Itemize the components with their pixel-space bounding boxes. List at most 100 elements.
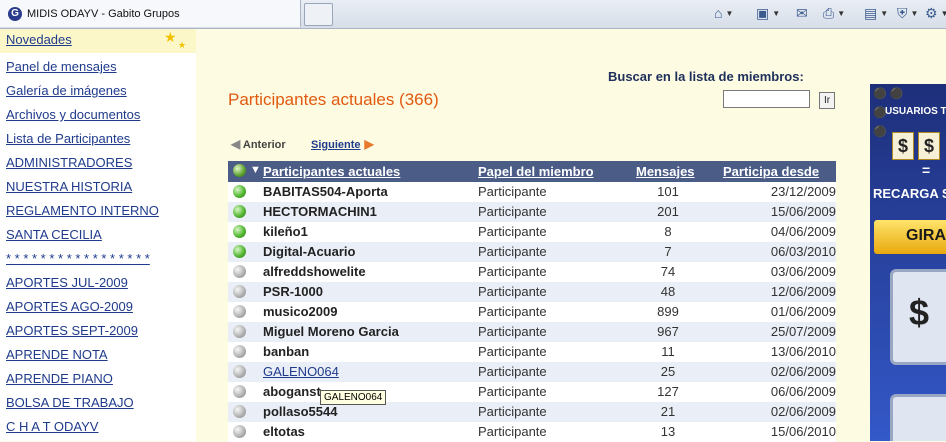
sidebar-item-aportes-ago[interactable]: APORTES AGO-2009	[6, 299, 133, 314]
header-mensajes[interactable]: Mensajes	[636, 164, 695, 179]
member-messages: 101	[657, 184, 679, 199]
chevron-down-icon[interactable]: ▼	[911, 9, 919, 18]
header-participa-desde[interactable]: Participa desde	[723, 164, 819, 179]
header-papel[interactable]: Papel del miembro	[478, 164, 594, 179]
table-row: eltotas Participante 13 15/06/2010	[228, 422, 836, 442]
sidebar-item-aportes-sept[interactable]: APORTES SEPT-2009	[6, 323, 138, 338]
browser-tab[interactable]: G MIDIS ODAYV - Gabito Grupos	[0, 0, 301, 27]
print-icon[interactable]: ⎙ ▼	[823, 3, 845, 23]
member-name-link[interactable]: alfreddshowelite	[263, 264, 366, 279]
member-since: 12/06/2009	[770, 284, 836, 299]
sidebar-item-aprende-piano[interactable]: APRENDE PIANO	[6, 371, 113, 386]
sidebar-item-historia[interactable]: NUESTRA HISTORIA	[6, 179, 132, 194]
table-row: BABITAS504-Aporta Participante 101 23/12/20…	[228, 182, 836, 202]
member-role: Participante	[478, 224, 547, 239]
sidebar-item-archivos[interactable]: Archivos y documentos	[6, 107, 140, 122]
search-label: Buscar en la lista de miembros:	[608, 69, 804, 84]
pager-next[interactable]: Siguiente ▶	[311, 137, 374, 151]
member-since: 15/06/2010	[770, 424, 836, 439]
member-since: 23/12/2009	[770, 184, 836, 199]
member-role: Participante	[478, 244, 547, 259]
table-row: HECTORMACHIN1 Participante 201 15/06/2009	[228, 202, 836, 222]
ad-text-recarga: RECARGA S	[873, 186, 946, 201]
member-name-link[interactable]: Digital-Acuario	[263, 244, 355, 259]
new-tab-button[interactable]	[304, 3, 333, 26]
sidebar-nav: ★ ★ Novedades Panel de mensajes Galería d…	[0, 29, 196, 441]
chevron-down-icon[interactable]: ▼	[772, 9, 780, 18]
member-messages: 25	[660, 364, 676, 379]
chevron-down-icon[interactable]: ▼	[941, 9, 946, 18]
safety-icon[interactable]: ⛨ ▼	[897, 3, 918, 23]
sidebar-item-bolsa-trabajo[interactable]: BOLSA DE TRABAJO	[6, 395, 134, 410]
sidebar-item-chat[interactable]: C H A T ODAYV	[6, 419, 98, 434]
member-name-link[interactable]: GALENO064	[263, 364, 339, 379]
chevron-down-icon[interactable]: ▼	[725, 9, 733, 18]
offline-status-icon	[233, 425, 246, 438]
offline-status-icon	[233, 305, 246, 318]
browser-tab-bar: G MIDIS ODAYV - Gabito Grupos ⌂ ▼ ▣ ▼ ✉ ⎙ ▼…	[0, 0, 946, 29]
member-messages: 8	[664, 224, 672, 239]
rss-icon[interactable]: ▣ ▼	[756, 3, 780, 23]
member-since: 01/06/2009	[770, 304, 836, 319]
search-go-button[interactable]: Ir	[819, 92, 835, 109]
arrow-right-icon[interactable]: ▶	[365, 137, 374, 151]
offline-status-icon	[233, 325, 246, 338]
member-name-link[interactable]: aboganst	[263, 384, 321, 399]
sidebar-item-reglamento[interactable]: REGLAMENTO INTERNO	[6, 203, 159, 218]
mail-icon[interactable]: ✉	[796, 3, 808, 23]
sidebar-item-novedades[interactable]: Novedades	[6, 32, 72, 47]
member-messages: 11	[661, 344, 675, 359]
offline-status-icon	[233, 345, 246, 358]
sidebar-item-aportes-jul[interactable]: APORTES JUL-2009	[6, 275, 128, 290]
dollar-icon: $	[909, 292, 930, 333]
page-icon[interactable]: ▤ ▼	[864, 3, 888, 23]
table-row: kileño1 Participante 8 04/06/2009	[228, 222, 836, 242]
sidebar-item-participantes[interactable]: Lista de Participantes	[6, 131, 130, 146]
member-name-link[interactable]: Miguel Moreno Garcia	[263, 324, 399, 339]
member-name-link[interactable]: HECTORMACHIN1	[263, 204, 377, 219]
chevron-down-icon[interactable]: ▼	[837, 9, 845, 18]
member-name-link[interactable]: kileño1	[263, 224, 308, 239]
member-name-link[interactable]: PSR-1000	[263, 284, 323, 299]
ad-banner[interactable]: ⚫ ⚫ ⚫ ⚫ USUARIOS T $ $ = RECARGA S GIRA $	[870, 84, 946, 441]
member-name-link[interactable]: BABITAS504-Aporta	[263, 184, 388, 199]
member-role: Participante	[478, 264, 547, 279]
ad-gira-button[interactable]: GIRA	[874, 220, 946, 254]
sidebar-item-administradores[interactable]: ADMINISTRADORES	[6, 155, 132, 170]
member-messages: 13	[660, 424, 676, 439]
member-name-link[interactable]: banban	[263, 344, 309, 359]
sidebar-item-aprende-nota[interactable]: APRENDE NOTA	[6, 347, 108, 362]
member-name-link[interactable]: musico2009	[263, 304, 337, 319]
table-row: musico2009 Participante 899 01/06/2009	[228, 302, 836, 322]
tools-icon[interactable]: ⚙ ▼	[925, 3, 946, 23]
sidebar-item-santa-cecilia[interactable]: SANTA CECILIA	[6, 227, 102, 242]
member-role: Participante	[478, 324, 547, 339]
pager-next-label[interactable]: Siguiente	[311, 139, 361, 151]
chevron-down-icon[interactable]: ▼	[880, 9, 888, 18]
member-since: 06/03/2010	[770, 244, 836, 259]
table-row: Miguel Moreno Garcia Participante 967 25/07…	[228, 322, 836, 342]
table-row: banban Participante 11 13/06/2010	[228, 342, 836, 362]
online-status-icon	[233, 225, 246, 238]
member-name-link[interactable]: pollaso5544	[263, 404, 337, 419]
sidebar-item-panel-mensajes[interactable]: Panel de mensajes	[6, 59, 117, 74]
member-role: Participante	[478, 424, 547, 439]
member-messages: 967	[657, 324, 679, 339]
member-role: Participante	[478, 304, 547, 319]
sort-desc-icon[interactable]: ▼	[250, 164, 261, 176]
member-name-link[interactable]: eltotas	[263, 424, 305, 439]
home-icon[interactable]: ⌂ ▼	[714, 3, 733, 23]
pager-previous: ◀ Anterior	[231, 137, 286, 151]
sidebar-item-galeria[interactable]: Galería de imágenes	[6, 83, 127, 98]
dollar-icon: $	[892, 132, 914, 160]
tab-title: MIDIS ODAYV - Gabito Grupos	[27, 7, 180, 20]
status-dot-icon	[233, 164, 246, 177]
member-search-input[interactable]	[723, 90, 810, 108]
sidebar-item-separator[interactable]: * * * * * * * * * * * * * * * * *	[6, 251, 150, 266]
member-messages: 7	[664, 244, 672, 259]
offline-status-icon	[233, 265, 246, 278]
dollar-icon: $	[918, 132, 940, 160]
header-participantes[interactable]: Participantes actuales	[263, 164, 400, 179]
member-messages: 74	[660, 264, 676, 279]
member-messages: 899	[657, 304, 679, 319]
